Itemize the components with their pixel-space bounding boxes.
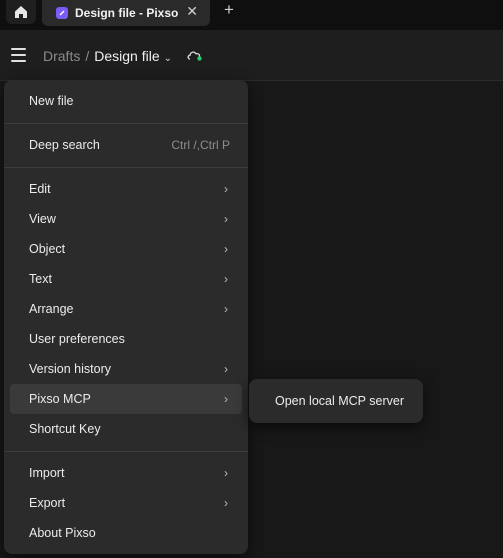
breadcrumb-file-name[interactable]: Design file: [94, 48, 159, 64]
menu-divider: [4, 451, 248, 452]
menu-item-label: Edit: [29, 182, 51, 196]
menu-item-export[interactable]: Export ›: [10, 488, 242, 518]
chevron-right-icon: ›: [224, 302, 228, 316]
chevron-right-icon: ›: [224, 212, 228, 226]
menu-item-text[interactable]: Text ›: [10, 264, 242, 294]
menu-item-view[interactable]: View ›: [10, 204, 242, 234]
chevron-right-icon: ›: [224, 182, 228, 196]
menu-item-open-local-mcp-server[interactable]: Open local MCP server: [255, 386, 417, 416]
tab-design-file[interactable]: Design file - Pixso ✕: [42, 0, 210, 26]
tab-bar: Design file - Pixso ✕ +: [0, 0, 503, 30]
breadcrumb-separator: /: [85, 48, 90, 64]
menu-item-deep-search[interactable]: Deep search Ctrl /,Ctrl P: [10, 130, 242, 160]
menu-item-object[interactable]: Object ›: [10, 234, 242, 264]
menu-item-label: Import: [29, 466, 65, 480]
chevron-right-icon: ›: [224, 466, 228, 480]
chevron-right-icon: ›: [224, 392, 228, 406]
menu-item-label: Pixso MCP: [29, 392, 91, 406]
menu-item-new-file[interactable]: New file: [10, 86, 242, 116]
menu-item-label: Open local MCP server: [275, 394, 404, 408]
pixso-mcp-submenu: Open local MCP server: [249, 379, 423, 423]
menu-item-user-preferences[interactable]: User preferences: [10, 324, 242, 354]
chevron-down-icon[interactable]: ⌄: [164, 53, 172, 64]
menu-item-label: Object: [29, 242, 66, 256]
menu-divider: [4, 123, 248, 124]
menu-item-label: Text: [29, 272, 52, 286]
main-menu: New file Deep search Ctrl /,Ctrl P Edit …: [4, 80, 248, 554]
menu-item-version-history[interactable]: Version history ›: [10, 354, 242, 384]
chevron-right-icon: ›: [224, 242, 228, 256]
home-icon: [15, 6, 27, 18]
menu-item-label: Shortcut Key: [29, 422, 101, 436]
menu-item-pixso-mcp[interactable]: Pixso MCP ›: [10, 384, 242, 414]
cloud-sync-icon[interactable]: [186, 48, 204, 67]
menu-item-about-pixso[interactable]: About Pixso: [10, 518, 242, 548]
menu-item-label: About Pixso: [29, 526, 96, 540]
menu-item-import[interactable]: Import ›: [10, 458, 242, 488]
pixso-logo-icon: [56, 7, 68, 19]
menu-item-shortcut-key[interactable]: Shortcut Key: [10, 414, 242, 444]
menu-item-label: User preferences: [29, 332, 125, 346]
toolbar: Drafts / Design file ⌄: [0, 30, 503, 81]
menu-item-label: Export: [29, 496, 66, 510]
shortcut-hint: Ctrl /,Ctrl P: [171, 138, 230, 152]
menu-item-label: View: [29, 212, 56, 226]
breadcrumb-drafts[interactable]: Drafts: [43, 48, 80, 64]
tab-title: Design file - Pixso: [75, 6, 179, 20]
menu-item-edit[interactable]: Edit ›: [10, 174, 242, 204]
menu-divider: [4, 167, 248, 168]
breadcrumb: Drafts / Design file ⌄: [43, 48, 172, 64]
chevron-right-icon: ›: [224, 272, 228, 286]
chevron-right-icon: ›: [224, 496, 228, 510]
main-menu-icon[interactable]: [11, 48, 26, 66]
menu-item-arrange[interactable]: Arrange ›: [10, 294, 242, 324]
chevron-right-icon: ›: [224, 362, 228, 376]
menu-item-label: Arrange: [29, 302, 74, 316]
menu-item-label: New file: [29, 94, 74, 108]
menu-item-label: Version history: [29, 362, 111, 376]
close-tab-icon[interactable]: ✕: [186, 3, 198, 20]
menu-item-label: Deep search: [29, 138, 100, 152]
home-button[interactable]: [6, 0, 36, 24]
new-tab-button[interactable]: +: [224, 0, 234, 20]
